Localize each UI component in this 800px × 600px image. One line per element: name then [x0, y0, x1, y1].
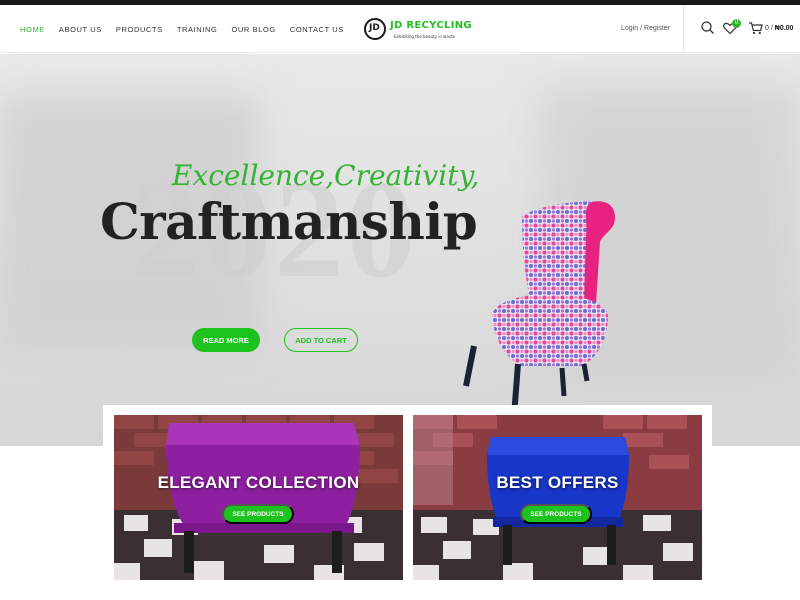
cart-icon[interactable]: [747, 19, 765, 37]
hero-script-title: Excellence,Creativity,: [172, 159, 480, 192]
hero-headline: Craftmanship: [100, 192, 478, 251]
site-header: HOME ABOUT US PRODUCTS TRAINING OUR BLOG…: [0, 5, 800, 53]
wishlist-count-badge: 0: [732, 19, 741, 28]
promo-card-elegant-collection[interactable]: ELEGANT COLLECTION SEE PRODUCTS: [114, 415, 403, 580]
blue-ottoman-image: [413, 415, 702, 580]
card-title: ELEGANT COLLECTION: [157, 473, 360, 492]
card-title: BEST OFFERS: [496, 473, 619, 492]
header-divider: [683, 5, 684, 53]
nav-training[interactable]: TRAINING: [177, 25, 218, 34]
see-products-button[interactable]: SEE PRODUCTS: [222, 504, 294, 524]
logo-mark-text: JD: [369, 23, 380, 33]
nav-our-blog[interactable]: OUR BLOG: [231, 25, 275, 34]
promo-card-best-offers[interactable]: BEST OFFERS SEE PRODUCTS: [413, 415, 702, 580]
nav-products[interactable]: PRODUCTS: [116, 25, 163, 34]
chair-image: [463, 201, 616, 417]
logo-mark: JD: [364, 18, 386, 40]
logo-tagline: Exhibiting the beauty in waste: [394, 34, 455, 39]
cart-separator: /: [770, 25, 773, 32]
cart-count: 0: [765, 25, 769, 32]
promo-cards: ELEGANT COLLECTION SEE PRODUCTS BEST OFF…: [103, 405, 712, 600]
read-more-button[interactable]: READ MORE: [192, 328, 260, 352]
main-nav: HOME ABOUT US PRODUCTS TRAINING OUR BLOG…: [20, 5, 344, 53]
logo-name: JD RECYCLING: [390, 20, 472, 31]
hero-banner: 2020 Excellence,Creativity, Craftmanship…: [0, 54, 800, 446]
see-products-button[interactable]: SEE PRODUCTS: [520, 504, 592, 524]
nav-contact-us[interactable]: CONTACT US: [290, 25, 344, 34]
add-to-cart-button[interactable]: ADD TO CART: [284, 328, 358, 352]
purple-ottoman-image: [114, 415, 403, 580]
nav-about-us[interactable]: ABOUT US: [59, 25, 102, 34]
cart-summary[interactable]: 0 / ₦0.00: [765, 25, 793, 32]
search-icon[interactable]: [699, 19, 717, 37]
nav-home[interactable]: HOME: [20, 25, 45, 34]
cart-total: ₦0.00: [774, 25, 794, 32]
site-logo[interactable]: JD JD RECYCLING Exhibiting the beauty in…: [364, 14, 474, 46]
login-register-link[interactable]: Login / Register: [621, 25, 670, 32]
